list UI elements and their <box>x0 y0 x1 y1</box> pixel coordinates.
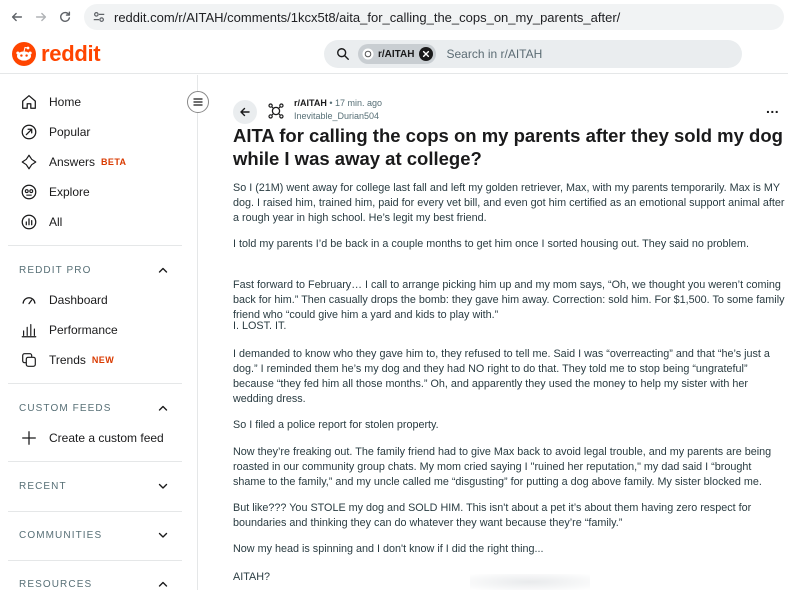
sidebar-collapse-button[interactable] <box>187 91 209 113</box>
left-sidebar: Home Popular Answers BETA Explore All RE… <box>0 75 198 590</box>
more-options-button[interactable]: ... <box>766 100 779 116</box>
post-time: 17 min. ago <box>335 98 383 108</box>
arrow-left-icon <box>11 12 23 22</box>
subreddit-avatar[interactable] <box>266 101 286 121</box>
subreddit-link[interactable]: r/AITAH <box>294 98 327 108</box>
logo-wordmark: reddit <box>41 41 101 66</box>
section-communities[interactable]: COMMUNITIES <box>19 529 169 541</box>
site-settings-icon[interactable] <box>90 8 108 26</box>
sidebar-item-home[interactable]: Home <box>20 91 81 113</box>
post-paragraph: I demanded to know who they gave him to,… <box>233 348 770 405</box>
meta-separator: • <box>329 98 333 108</box>
search-input[interactable]: Search in r/AITAH <box>446 47 542 61</box>
sidebar-label: Home <box>49 95 82 109</box>
sidebar-item-performance[interactable]: Performance <box>20 319 118 341</box>
post-back-button[interactable] <box>233 100 257 124</box>
post-paragraph: So I (21M) went away for college last fa… <box>233 182 785 224</box>
sidebar-divider <box>8 245 182 246</box>
chevron-down-icon <box>158 532 168 538</box>
url-text[interactable]: reddit.com/r/AITAH/comments/1kcx5t8/aita… <box>114 10 620 25</box>
section-title: COMMUNITIES <box>19 529 103 541</box>
address-bar[interactable]: reddit.com/r/AITAH/comments/1kcx5t8/aita… <box>84 4 784 30</box>
reddit-logo[interactable]: reddit <box>12 41 101 67</box>
sidebar-label: All <box>49 215 63 229</box>
sidebar-label: Answers <box>49 155 96 169</box>
sidebar-item-trends[interactable]: Trends NEW <box>20 349 114 371</box>
section-resources[interactable]: RESOURCES <box>19 578 169 590</box>
menu-icon <box>193 98 203 106</box>
sidebar-item-explore[interactable]: Explore <box>20 181 90 203</box>
sidebar-divider <box>8 383 182 384</box>
subreddit-filter-chip[interactable]: r/AITAH <box>358 44 437 64</box>
sidebar-label: Trends <box>49 353 86 367</box>
reddit-header: reddit r/AITAH Search in r/AITAH <box>0 34 788 74</box>
section-title: RECENT <box>19 480 67 492</box>
new-badge: NEW <box>91 355 115 365</box>
popular-icon <box>21 124 37 140</box>
search-bar[interactable]: r/AITAH Search in r/AITAH <box>324 40 742 68</box>
sidebar-item-all[interactable]: All <box>20 211 62 233</box>
arrow-left-icon <box>240 107 250 117</box>
create-custom-feed-button[interactable]: Create a custom feed <box>20 427 164 449</box>
post-paragraph: Fast forward to February… I call to arra… <box>233 279 785 321</box>
forward-nav-button[interactable] <box>28 4 54 30</box>
sidebar-label: Create a custom feed <box>49 431 164 445</box>
post-paragraph: I told my parents I’d be back in a coupl… <box>233 238 749 250</box>
section-title: CUSTOM FEEDS <box>19 402 112 414</box>
scroll-fade <box>470 574 590 590</box>
sidebar-item-answers[interactable]: Answers BETA <box>20 151 126 173</box>
sidebar-label: Explore <box>49 185 90 199</box>
post-meta: r/AITAH • 17 min. ago <box>294 98 382 108</box>
chevron-up-icon <box>158 581 168 587</box>
trends-icon <box>22 353 36 367</box>
post-title: AITA for calling the cops on my parents … <box>233 125 783 169</box>
all-icon <box>21 214 37 230</box>
sidebar-divider <box>8 560 182 561</box>
section-custom-feeds[interactable]: CUSTOM FEEDS <box>19 402 169 414</box>
section-recent[interactable]: RECENT <box>19 480 169 492</box>
section-reddit-pro[interactable]: REDDIT PRO <box>19 264 169 276</box>
back-nav-button[interactable] <box>4 4 30 30</box>
post-paragraph: I. LOST. IT. <box>233 320 287 332</box>
search-icon <box>337 48 349 60</box>
reload-button[interactable] <box>52 4 78 30</box>
section-title: RESOURCES <box>19 578 93 590</box>
answers-icon <box>21 154 37 170</box>
sidebar-divider <box>8 461 182 462</box>
subreddit-chip-icon <box>362 48 374 60</box>
reload-icon <box>60 11 71 22</box>
chip-label: r/AITAH <box>378 48 415 60</box>
subreddit-icon <box>268 103 284 119</box>
explore-icon <box>21 184 37 200</box>
post-paragraph: But like??? You STOLE my dog and SOLD HI… <box>233 502 752 529</box>
clear-chip-icon[interactable] <box>419 47 434 61</box>
post-paragraph: So I filed a police report for stolen pr… <box>233 419 439 431</box>
performance-icon <box>21 324 37 338</box>
snoo-icon <box>12 42 36 66</box>
dashboard-icon <box>22 297 36 305</box>
post-paragraph: Now my head is spinning and I don't know… <box>233 543 544 555</box>
sidebar-label: Popular <box>49 125 91 139</box>
post-paragraph: Now they’re freaking out. The family fri… <box>233 446 772 488</box>
arrow-right-icon <box>35 12 47 22</box>
beta-badge: BETA <box>101 157 127 167</box>
sidebar-item-popular[interactable]: Popular <box>20 121 90 143</box>
browser-toolbar: reddit.com/r/AITAH/comments/1kcx5t8/aita… <box>0 0 788 34</box>
chevron-up-icon <box>158 405 168 411</box>
sidebar-label: Performance <box>49 323 118 337</box>
sidebar-label: Dashboard <box>49 293 108 307</box>
post-author[interactable]: Inevitable_Durian504 <box>294 111 379 121</box>
sidebar-divider <box>8 511 182 512</box>
plus-icon <box>22 431 36 445</box>
chevron-up-icon <box>158 267 168 273</box>
chevron-down-icon <box>158 483 168 489</box>
sidebar-item-dashboard[interactable]: Dashboard <box>20 289 108 311</box>
home-icon <box>22 95 36 109</box>
section-title: REDDIT PRO <box>19 264 92 276</box>
